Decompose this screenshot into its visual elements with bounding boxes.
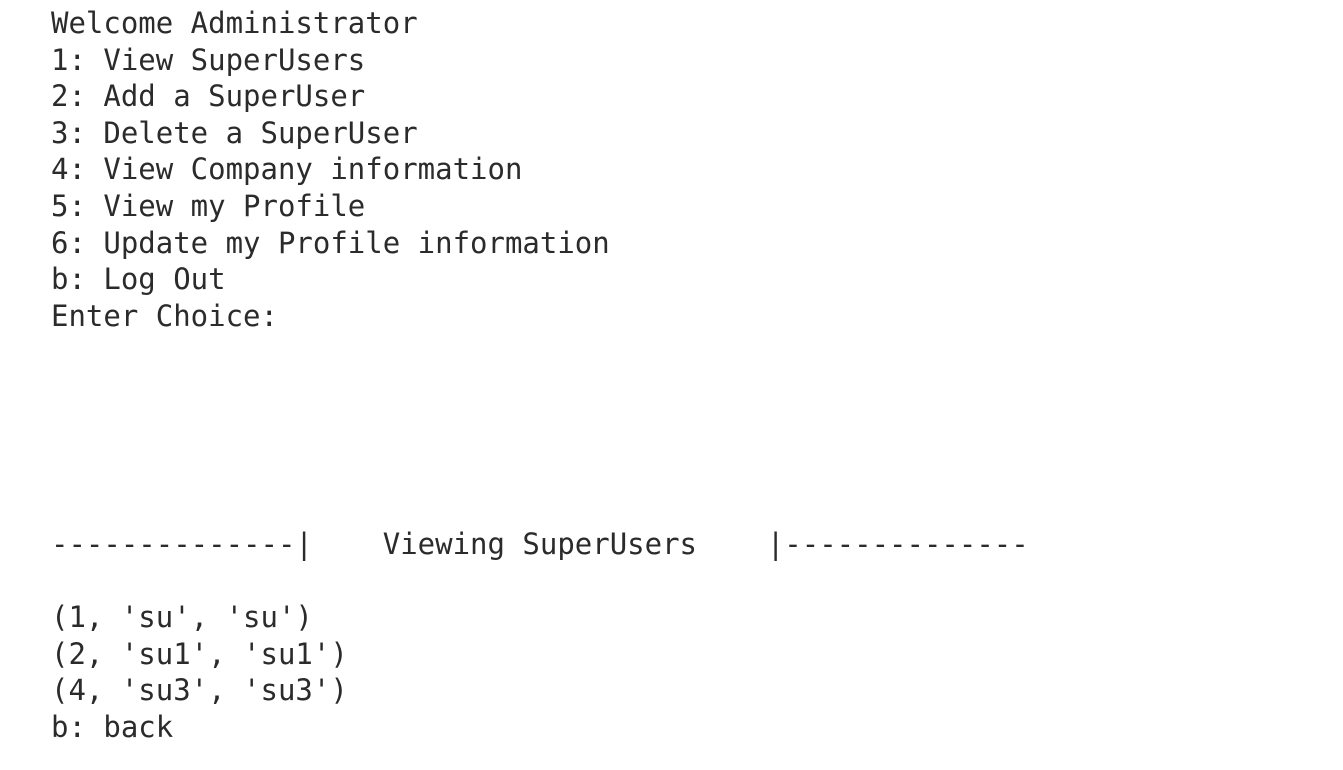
menu-option-view-company-information: 4: View Company information xyxy=(51,152,523,187)
terminal-output: Welcome Administrator 1: View SuperUsers… xyxy=(51,0,1343,770)
superusers-view: --------------| Viewing SuperUsers |----… xyxy=(51,526,1301,766)
enter-choice-prompt[interactable]: Enter Choice: xyxy=(51,298,278,335)
menu-option-log-out: b: Log Out xyxy=(51,262,226,297)
section-header: --------------| Viewing SuperUsers |----… xyxy=(51,527,1029,561)
admin-menu: Welcome Administrator 1: View SuperUsers… xyxy=(51,5,1301,345)
menu-option-update-profile-information: 6: Update my Profile information xyxy=(51,225,610,260)
menu-option-view-my-profile: 5: View my Profile xyxy=(51,189,366,223)
back-option: b: back xyxy=(51,710,174,744)
superuser-row: (4, 'su3', 'su3') xyxy=(51,673,348,708)
welcome-text: Welcome Administrator xyxy=(51,6,418,40)
superuser-row: (1, 'su', 'su') xyxy=(51,600,313,635)
menu-option-view-superusers: 1: View SuperUsers xyxy=(51,42,366,77)
menu-option-delete-superuser: 3: Delete a SuperUser xyxy=(51,115,418,150)
superuser-row: (2, 'su1', 'su1') xyxy=(51,636,348,671)
menu-option-add-superuser: 2: Add a SuperUser xyxy=(51,79,366,114)
